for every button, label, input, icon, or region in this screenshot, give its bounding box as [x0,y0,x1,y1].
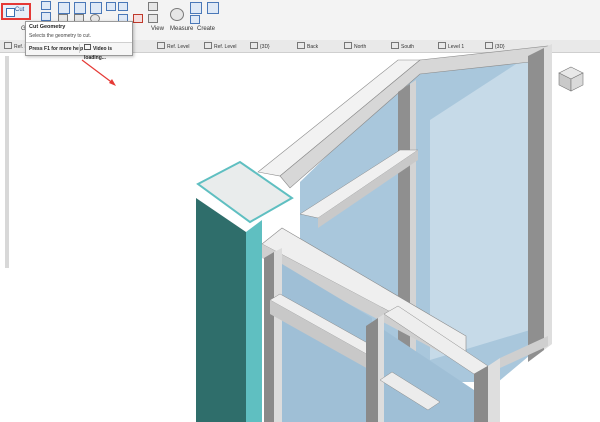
front-mullion [274,248,282,422]
front-mullion [366,318,378,422]
video-icon [84,44,91,50]
tooltip-video[interactable]: Video is loading... [79,44,132,61]
column-face-light [246,220,262,422]
front-mullion [488,358,500,422]
viewcube-icon[interactable] [556,64,586,94]
annotation-arrow [81,59,115,85]
cut-geometry-tooltip: Cut Geometry Selects the geometry to cut… [25,21,133,61]
column-face-dark [196,198,246,422]
mullion [544,44,552,350]
front-mullion [264,252,274,422]
tooltip-title: Cut Geometry [29,24,66,30]
model-view [81,44,552,422]
front-mullion [378,314,384,422]
front-mullion [474,366,488,422]
mullion [528,48,544,362]
annotation-arrowhead [109,79,116,86]
tooltip-footer: Press F1 for more help Video is loading.… [26,42,132,61]
tooltip-description: Selects the geometry to cut. [29,33,91,39]
tooltip-help-text: Press F1 for more help [29,46,84,52]
